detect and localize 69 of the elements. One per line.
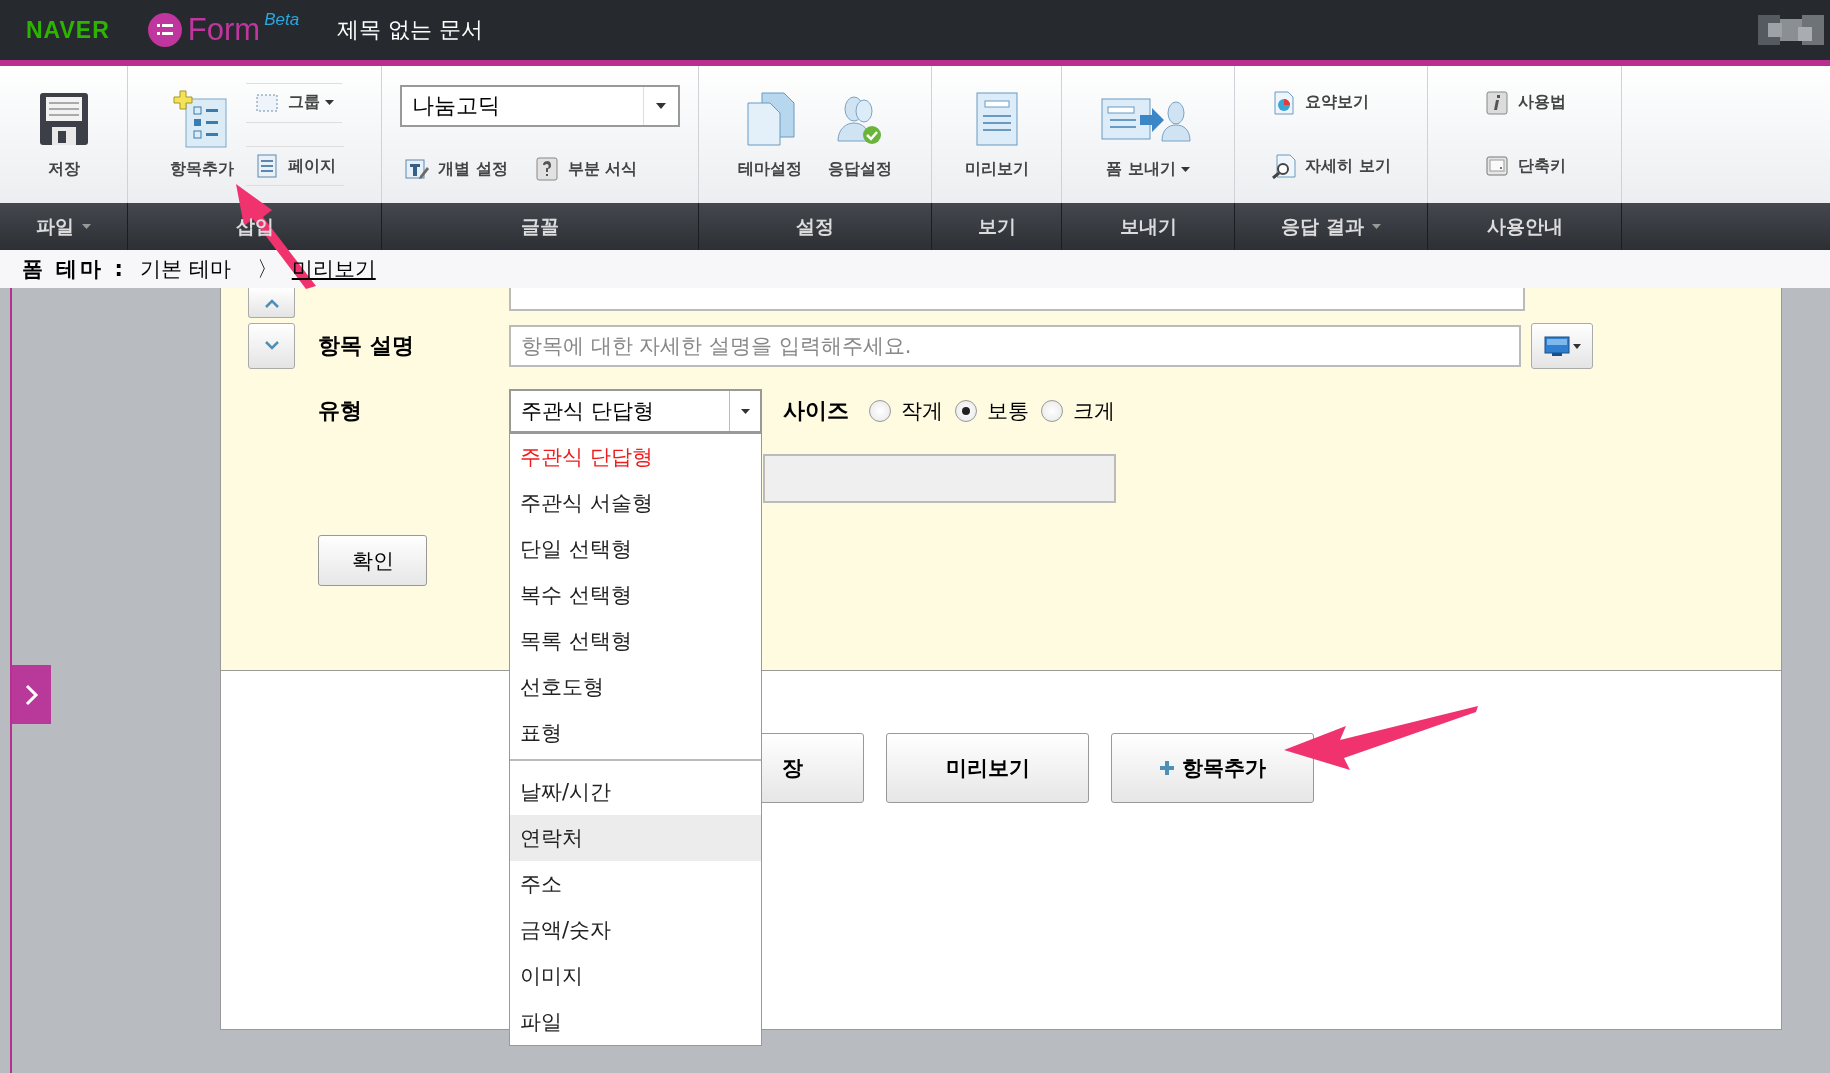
ribbon-tool-button[interactable]: 항목추가 (165, 87, 238, 182)
color-picker-button[interactable] (1531, 323, 1593, 369)
dropdown-option[interactable]: 복수 선택형 (510, 572, 761, 618)
ribbon-tool-button[interactable]: 폼 보내기 (1096, 87, 1200, 182)
ribbon-tool-button[interactable]: 테마설정 (734, 87, 806, 182)
ribbon-tool-button[interactable]: 저장 (29, 87, 98, 182)
radio-label: 크게 (1073, 398, 1115, 425)
chevron-down-icon (263, 341, 280, 351)
confirm-button[interactable]: 확인 (318, 535, 427, 586)
form-action-button[interactable]: 항목추가 (1111, 733, 1314, 803)
caret-icon (82, 224, 91, 229)
description-input-field[interactable]: 항목에 대한 자세한 설명을 입력해주세요. (509, 325, 1521, 367)
dropdown-option[interactable]: 이미지 (510, 953, 761, 999)
caret-icon (1572, 343, 1581, 349)
font-select[interactable]: 나눔고딕 (400, 84, 680, 127)
move-down-button[interactable] (248, 323, 295, 369)
ribbon-tool-button[interactable]: 단축키 (1479, 151, 1570, 182)
ribbon-tool-button[interactable]: 사용법 (1479, 87, 1570, 118)
theme-name: 기본 테마 (140, 256, 231, 283)
ribbon-tool-button[interactable]: 부분 서식 (529, 154, 642, 185)
dropdown-option[interactable]: 연락처 (510, 815, 761, 861)
ribbon-tool-button[interactable]: 페이지 (245, 146, 344, 187)
caret-icon (324, 100, 334, 106)
dropdown-option[interactable]: 선호도형 (510, 664, 761, 710)
chevron-up-icon (263, 297, 280, 308)
blurred-profile-icon (1758, 13, 1824, 47)
ribbon-tool-button[interactable]: 요약보기 (1267, 87, 1374, 118)
question-icon (533, 156, 560, 183)
dropdown-option[interactable]: 단일 선택형 (510, 526, 761, 572)
move-up-button[interactable] (248, 288, 295, 318)
ribbon-tool-button[interactable]: 응답설정 (824, 87, 896, 182)
caret-icon (656, 102, 666, 109)
brand-logo: NAVER (26, 16, 110, 44)
dropdown-option[interactable]: 파일 (510, 999, 761, 1045)
beta-tag: Beta (264, 10, 300, 30)
magnifier-doc-icon (1271, 153, 1298, 180)
dropdown-option[interactable]: 주소 (510, 861, 761, 907)
list-logo-icon (147, 13, 182, 47)
radio-label: 작게 (901, 398, 943, 425)
side-panel-toggle[interactable] (12, 665, 51, 724)
form-action-button[interactable]: 미리보기 (886, 733, 1089, 803)
ribbon-tool-button[interactable]: 자세히 보기 (1267, 151, 1395, 182)
info-icon (1483, 89, 1510, 116)
dropdown-option[interactable]: 목록 선택형 (510, 618, 761, 664)
radio-button[interactable] (869, 400, 891, 422)
radio-button[interactable] (1041, 400, 1063, 422)
caret-icon (740, 408, 750, 414)
document-title: 제목 없는 문서 (337, 16, 484, 44)
breadcrumb-label: 폼 테마 : (22, 256, 127, 283)
dropdown-option[interactable]: 금액/숫자 (510, 907, 761, 953)
ribbon-tool-button[interactable]: 개별 설정 (400, 154, 512, 185)
ribbon-tool-button[interactable]: 미리보기 (960, 87, 1033, 182)
caret-icon (1180, 167, 1190, 172)
product-name: Form (187, 12, 261, 48)
monitor-icon (1543, 336, 1570, 356)
title-input-field[interactable] (509, 288, 1525, 311)
plus-icon (1159, 761, 1174, 775)
type-select[interactable]: 주관식 단답형 (509, 389, 762, 433)
radio-button[interactable] (955, 400, 977, 422)
field-label: 항목 설명 (318, 332, 415, 360)
caret-icon (1371, 224, 1381, 229)
ribbon-tool-button[interactable]: 그룹 (245, 82, 342, 123)
breadcrumb-separator: 〉 (256, 256, 278, 283)
radio-label: 보통 (987, 398, 1029, 425)
dropdown-option[interactable]: 주관식 서술형 (510, 480, 761, 526)
field-label: 유형 (318, 397, 363, 425)
size-label: 사이즈 (783, 397, 849, 425)
dropdown-option[interactable]: 주관식 단답형 (510, 434, 761, 480)
chevron-right-icon (24, 683, 39, 706)
